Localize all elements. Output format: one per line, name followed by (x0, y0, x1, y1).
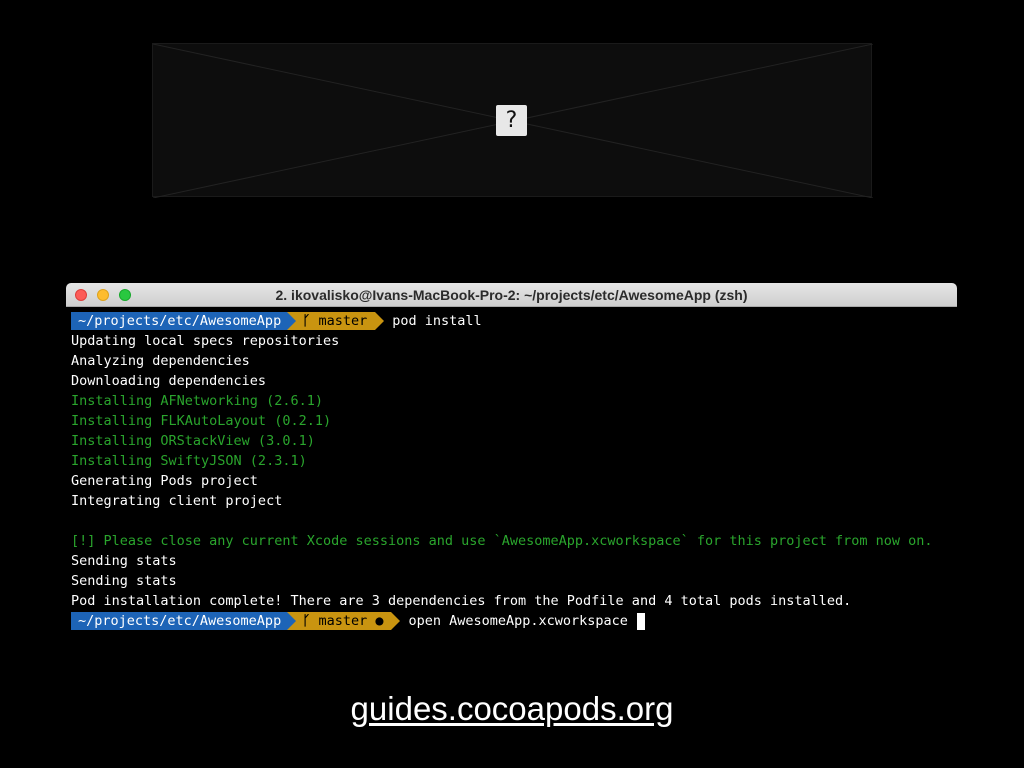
output-line: Integrating client project (71, 493, 283, 509)
branch-name: master (318, 313, 368, 329)
powerline-separator-icon (375, 312, 385, 330)
branch-name: master ● (318, 613, 384, 629)
prompt-line-2[interactable]: ~/projects/etc/AwesomeApp ᚴ master ● ope… (71, 611, 933, 631)
output-line: Sending stats (71, 573, 177, 589)
output-line: Generating Pods project (71, 473, 258, 489)
powerline-separator-icon (287, 312, 297, 330)
footer-link[interactable]: guides.cocoapods.org (0, 690, 1024, 728)
command-text: pod install (392, 313, 482, 329)
window-title: 2. ikovalisko@Ivans-MacBook-Pro-2: ~/pro… (275, 287, 748, 303)
output-line: Analyzing dependencies (71, 353, 250, 369)
prompt-line-1: ~/projects/etc/AwesomeApp ᚴ master pod i… (71, 311, 933, 331)
prompt-branch: ᚴ master (296, 312, 376, 330)
git-branch-icon: ᚴ (302, 613, 311, 629)
output-line: Sending stats (71, 553, 177, 569)
command-input[interactable]: open AwesomeApp.xcworkspace (408, 613, 627, 629)
text-cursor (636, 612, 645, 630)
prompt-path: ~/projects/etc/AwesomeApp (71, 612, 288, 630)
prompt-path: ~/projects/etc/AwesomeApp (71, 312, 288, 330)
output-line: Downloading dependencies (71, 373, 267, 389)
powerline-separator-icon (391, 612, 401, 630)
output-line: Updating local specs repositories (71, 333, 340, 349)
terminal-output: ~/projects/etc/AwesomeApp ᚴ master pod i… (71, 311, 933, 631)
output-line: Installing ORStackView (3.0.1) (71, 433, 315, 449)
git-branch-icon: ᚴ (302, 313, 311, 329)
prompt-branch: ᚴ master ● (296, 612, 392, 630)
output-line: [!] Please close any current Xcode sessi… (71, 533, 933, 549)
terminal-titlebar[interactable]: 2. ikovalisko@Ivans-MacBook-Pro-2: ~/pro… (66, 283, 957, 307)
output-line: Installing FLKAutoLayout (0.2.1) (71, 413, 332, 429)
output-line: Installing SwiftyJSON (2.3.1) (71, 453, 307, 469)
terminal-window[interactable]: 2. ikovalisko@Ivans-MacBook-Pro-2: ~/pro… (66, 283, 957, 639)
output-line: Installing AFNetworking (2.6.1) (71, 393, 323, 409)
powerline-separator-icon (287, 612, 297, 630)
output-line: Pod installation complete! There are 3 d… (71, 593, 852, 609)
broken-image-icon: ? (496, 105, 527, 136)
output-lines: Updating local specs repositories Analyzi… (71, 331, 933, 611)
